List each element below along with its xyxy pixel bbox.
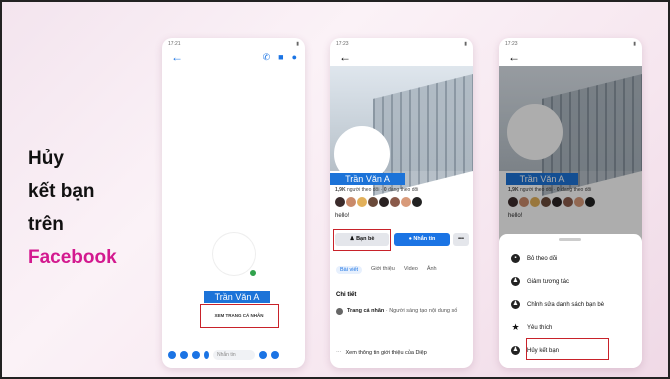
- tab-about[interactable]: Giới thiệu: [371, 266, 395, 274]
- battery-icon: ▮: [296, 41, 299, 47]
- menu-item-unfollow[interactable]: ▪ Bỏ theo dõi: [511, 254, 557, 263]
- see-about-link[interactable]: ⋯ Xem thông tin giới thiệu của Diệp: [336, 350, 427, 356]
- status-bar: 17:21 ▮: [162, 38, 305, 50]
- info-icon[interactable]: ●: [292, 52, 297, 62]
- status-time: 17:23: [336, 41, 349, 47]
- avatar: [213, 233, 255, 275]
- detail-row: Trang cá nhân · Người sáng tạo nội dung …: [336, 308, 468, 315]
- page-title: Hủy kết bạn trên Facebook: [28, 142, 117, 274]
- unfollow-icon: ▪: [511, 254, 520, 263]
- slide: Hủy kết bạn trên Facebook 17:21 ▮ ← ✆ ■ …: [0, 0, 670, 379]
- title-line-1: Hủy: [28, 148, 64, 169]
- menu-item-favorite[interactable]: ★ Yêu thích: [511, 323, 552, 332]
- details-heading: Chi tiết: [336, 292, 357, 298]
- highlight-box: [333, 229, 391, 251]
- title-line-2: kết bạn: [28, 181, 95, 202]
- status-bar: 17:23 ▮: [330, 38, 473, 50]
- status-time: 17:23: [505, 41, 518, 47]
- microphone-icon[interactable]: [204, 351, 209, 359]
- bottom-sheet: ▪ Bỏ theo dõi ♟ Giảm tương tác ♟ Chỉnh sửa …: [499, 234, 642, 368]
- composer-bar: Nhắn tin: [168, 350, 279, 360]
- back-arrow-icon[interactable]: ←: [171, 51, 183, 63]
- top-nav: ←: [499, 50, 642, 66]
- back-arrow-icon[interactable]: ←: [339, 51, 351, 63]
- top-nav: ←: [330, 50, 473, 66]
- status-time: 17:21: [168, 41, 181, 47]
- tab-video[interactable]: Video: [404, 266, 418, 274]
- phone-profile: 17:23 ▮ ← Trần Văn A 1,9K người theo dõi…: [330, 38, 473, 368]
- highlight-box: [526, 338, 609, 360]
- edit-list-icon: ♟: [511, 300, 520, 309]
- phone-messenger: 17:21 ▮ ← ✆ ■ ● Trần Văn A XEM TRANG CÁ …: [162, 38, 305, 368]
- status-bar: 17:23 ▮: [499, 38, 642, 50]
- info-icon: [336, 308, 343, 315]
- reduce-icon: ♟: [511, 277, 520, 286]
- tab-posts[interactable]: Bài viết: [336, 266, 363, 274]
- image-icon[interactable]: [192, 351, 200, 359]
- menu-item-edit-list[interactable]: ♟ Chỉnh sửa danh sách bạn bè: [511, 300, 604, 309]
- bio-text: hello!: [335, 213, 350, 219]
- profile-tabs: Bài viết Giới thiệu Video Ảnh: [336, 266, 437, 274]
- sheet-handle[interactable]: [559, 238, 581, 241]
- camera-icon[interactable]: [180, 351, 188, 359]
- battery-icon: ▮: [633, 41, 636, 47]
- like-icon[interactable]: [271, 351, 279, 359]
- tab-photos[interactable]: Ảnh: [427, 266, 437, 274]
- friend-avatars: [335, 197, 422, 207]
- phone-unfriend-menu: 17:23 ▮ ← Trần Văn A 1,9K người theo dõi…: [499, 38, 642, 368]
- video-call-icon[interactable]: ■: [278, 52, 283, 62]
- message-input[interactable]: Nhắn tin: [213, 350, 255, 360]
- battery-icon: ▮: [464, 41, 467, 47]
- title-line-facebook: Facebook: [28, 247, 117, 268]
- highlight-box: [200, 304, 279, 328]
- unfriend-icon: ♟: [511, 346, 520, 355]
- online-indicator: [250, 270, 256, 276]
- message-button[interactable]: ● Nhắn tin: [394, 233, 450, 246]
- more-dots-icon: ⋯: [336, 350, 342, 356]
- title-line-3: trên: [28, 214, 64, 235]
- more-button[interactable]: •••: [453, 233, 469, 246]
- profile-name: Trần Văn A: [330, 173, 405, 185]
- emoji-icon[interactable]: [259, 351, 267, 359]
- back-arrow-icon[interactable]: ←: [508, 51, 520, 63]
- phone-call-icon[interactable]: ✆: [263, 52, 271, 62]
- messenger-icon: ●: [408, 236, 412, 242]
- contact-name: Trần Văn A: [204, 291, 270, 303]
- follow-stats: 1,9K người theo dõi · 0 đang theo dõi: [335, 187, 419, 193]
- top-nav: ← ✆ ■ ●: [162, 50, 305, 66]
- menu-dots-icon[interactable]: [168, 351, 176, 359]
- star-icon: ★: [511, 322, 520, 332]
- menu-item-reduce[interactable]: ♟ Giảm tương tác: [511, 277, 569, 286]
